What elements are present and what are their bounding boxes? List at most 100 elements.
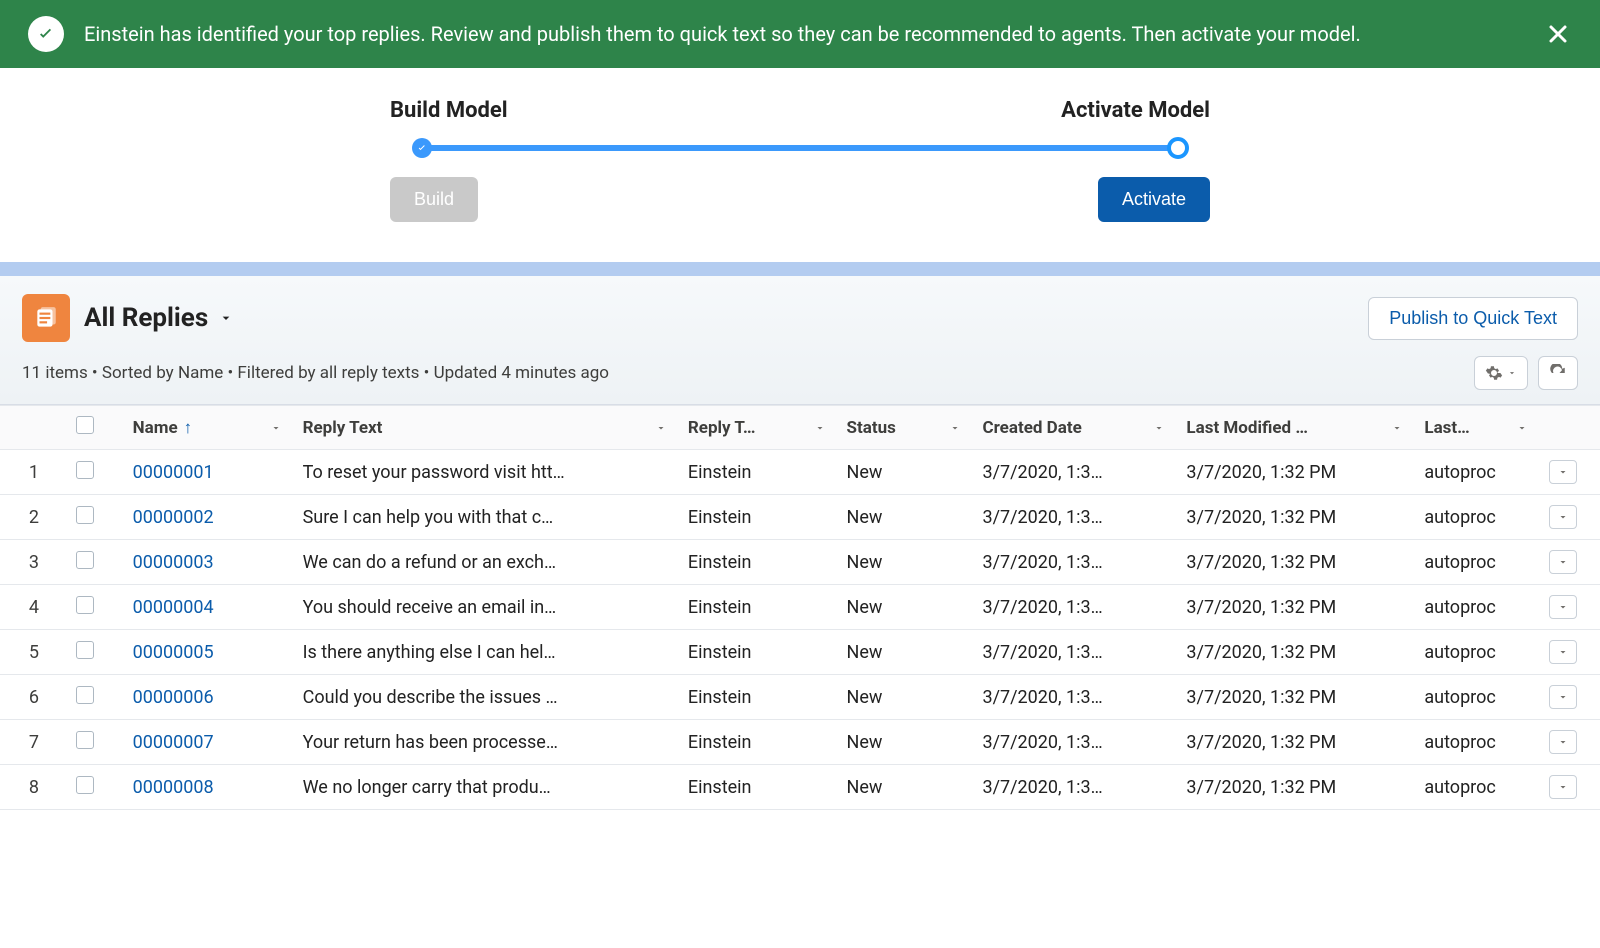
cell-created: 3/7/2020, 1:3… [974,540,1178,585]
record-link[interactable]: 00000001 [133,462,214,483]
cell-last: autoproc [1416,765,1541,810]
checkbox[interactable] [76,731,94,749]
checkbox[interactable] [76,596,94,614]
list-settings-button[interactable] [1474,356,1528,390]
cell-name[interactable]: 00000005 [125,630,295,675]
row-action-menu[interactable] [1549,505,1577,529]
caret-down-icon [1557,691,1569,703]
cell-name[interactable]: 00000008 [125,765,295,810]
cell-actions [1541,720,1600,765]
record-link[interactable]: 00000003 [133,552,214,573]
row-select[interactable] [68,720,125,765]
table-row: 6 00000006 Could you describe the issues… [0,675,1600,720]
cell-actions [1541,495,1600,540]
row-select[interactable] [68,495,125,540]
col-reply-type-label: Reply T… [688,418,756,438]
column-menu-button[interactable] [650,417,672,439]
column-menu-button[interactable] [265,417,287,439]
row-select[interactable] [68,675,125,720]
checkbox[interactable] [76,686,94,704]
row-action-menu[interactable] [1549,640,1577,664]
cell-name[interactable]: 00000003 [125,540,295,585]
row-action-menu[interactable] [1549,775,1577,799]
cell-created: 3/7/2020, 1:3… [974,450,1178,495]
caret-down-icon [1557,466,1569,478]
cell-reply-text: Your return has been processe… [295,720,680,765]
cell-modified: 3/7/2020, 1:32 PM [1178,585,1416,630]
cell-actions [1541,765,1600,810]
cell-status: New [839,765,975,810]
row-select[interactable] [68,630,125,675]
checkbox[interactable] [76,776,94,794]
row-select[interactable] [68,585,125,630]
close-icon[interactable] [1544,20,1572,48]
column-menu-button[interactable] [1386,417,1408,439]
cell-name[interactable]: 00000007 [125,720,295,765]
refresh-button[interactable] [1538,356,1578,390]
column-menu-button[interactable] [1511,417,1533,439]
column-menu-button[interactable] [944,417,966,439]
check-circle-icon [28,16,64,52]
cell-name[interactable]: 00000006 [125,675,295,720]
col-last[interactable]: Last… [1416,406,1541,450]
row-action-menu[interactable] [1549,460,1577,484]
cell-created: 3/7/2020, 1:3… [974,720,1178,765]
cell-modified: 3/7/2020, 1:32 PM [1178,720,1416,765]
checkbox[interactable] [76,506,94,524]
checkbox[interactable] [76,416,94,434]
col-reply-type[interactable]: Reply T… [680,406,839,450]
cell-reply-text: We can do a refund or an exch… [295,540,680,585]
list-meta-text: 11 items • Sorted by Name • Filtered by … [22,363,609,383]
record-link[interactable]: 00000008 [133,777,214,798]
col-select-all[interactable] [68,406,125,450]
record-link[interactable]: 00000004 [133,597,214,618]
record-link[interactable]: 00000005 [133,642,214,663]
record-link[interactable]: 00000006 [133,687,214,708]
caret-down-icon [1557,601,1569,613]
row-select[interactable] [68,450,125,495]
record-link[interactable]: 00000007 [133,732,214,753]
cell-name[interactable]: 00000004 [125,585,295,630]
row-action-menu[interactable] [1549,730,1577,754]
record-link[interactable]: 00000002 [133,507,214,528]
list-view-picker[interactable]: All Replies [84,303,234,333]
column-menu-button[interactable] [1148,417,1170,439]
cell-reply-type: Einstein [680,540,839,585]
checkbox[interactable] [76,551,94,569]
col-last-label: Last… [1424,418,1469,438]
cell-reply-text: To reset your password visit htt… [295,450,680,495]
col-status[interactable]: Status [839,406,975,450]
col-status-label: Status [847,418,896,438]
col-modified-label: Last Modified … [1186,418,1308,438]
cell-status: New [839,675,975,720]
table-row: 7 00000007 Your return has been processe… [0,720,1600,765]
publish-to-quick-text-button[interactable]: Publish to Quick Text [1368,297,1578,340]
activate-button[interactable]: Activate [1098,177,1210,222]
cell-name[interactable]: 00000002 [125,495,295,540]
cell-status: New [839,630,975,675]
row-select[interactable] [68,765,125,810]
row-action-menu[interactable] [1549,595,1577,619]
checkbox[interactable] [76,461,94,479]
row-select[interactable] [68,540,125,585]
checkbox[interactable] [76,641,94,659]
col-created-label: Created Date [982,418,1081,438]
column-menu-button[interactable] [809,417,831,439]
cell-last: autoproc [1416,630,1541,675]
cell-name[interactable]: 00000001 [125,450,295,495]
col-modified[interactable]: Last Modified … [1178,406,1416,450]
row-action-menu[interactable] [1549,685,1577,709]
col-reply-text[interactable]: Reply Text [295,406,680,450]
row-action-menu[interactable] [1549,550,1577,574]
cell-status: New [839,450,975,495]
col-name[interactable]: Name ↑ [125,406,295,450]
caret-down-icon [1557,646,1569,658]
progress-step-build: Build Model [390,98,508,123]
cell-created: 3/7/2020, 1:3… [974,585,1178,630]
col-created[interactable]: Created Date [974,406,1178,450]
cell-last: autoproc [1416,450,1541,495]
cell-status: New [839,540,975,585]
cell-actions [1541,630,1600,675]
progress-track [422,145,1178,151]
table-row: 1 00000001 To reset your password visit … [0,450,1600,495]
